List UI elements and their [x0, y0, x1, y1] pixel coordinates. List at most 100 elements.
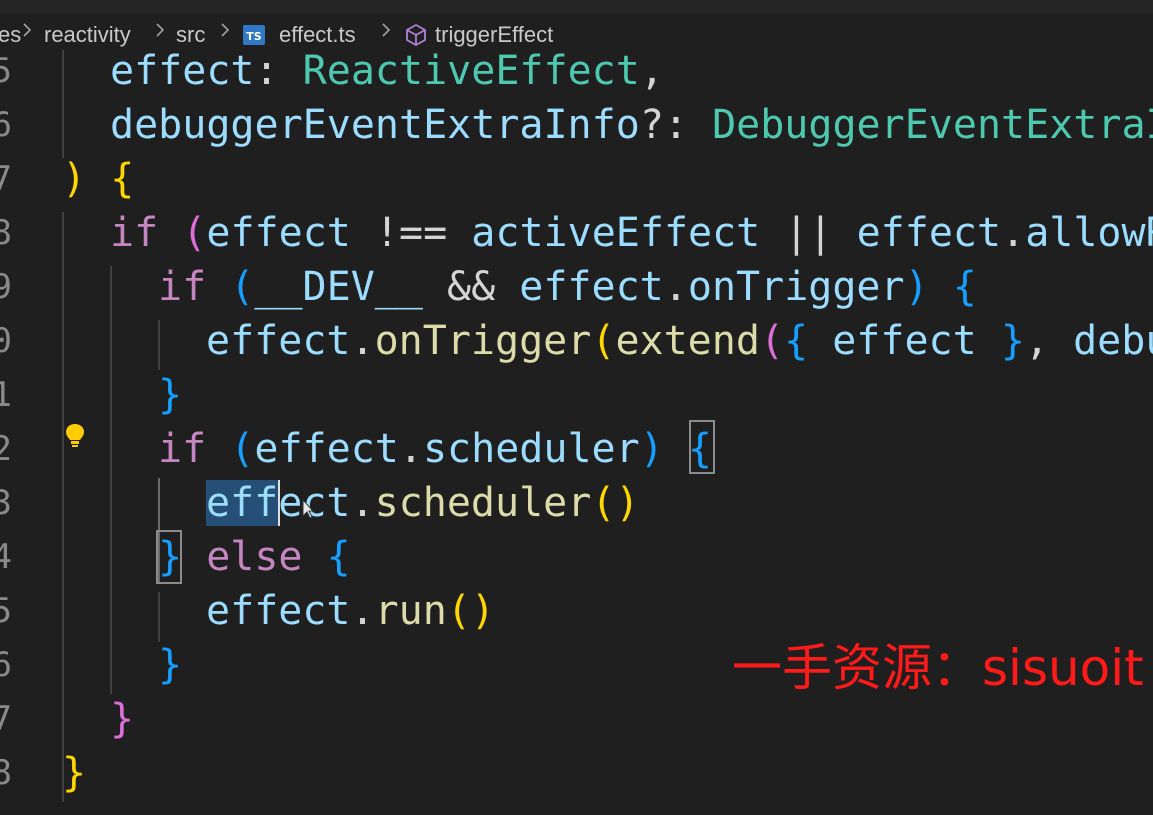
code-text: effect.run() — [206, 584, 495, 638]
code-token: { — [326, 534, 351, 580]
code-token: , — [639, 50, 664, 94]
line-number: 8 — [0, 753, 12, 793]
breadcrumb-item-src[interactable]: src — [176, 22, 205, 48]
code-text: effect: ReactiveEffect, — [110, 50, 664, 98]
line-number: 4 — [0, 537, 12, 577]
code-token: ) — [639, 426, 664, 472]
code-token: allowRecurse — [1025, 210, 1153, 256]
code-editor[interactable]: 5 effect: ReactiveEffect, 6 debuggerEventEx… — [0, 50, 1153, 815]
code-token: && — [422, 264, 520, 310]
code-line[interactable]: 2 if (effect.scheduler) { — [0, 422, 1153, 476]
line-number: 2 — [0, 429, 12, 469]
line-number: 5 — [0, 51, 12, 91]
line-number: 3 — [0, 483, 12, 523]
code-text: } — [110, 692, 134, 746]
code-line[interactable]: 1} — [0, 368, 1153, 422]
breadcrumb-item-packages[interactable]: es — [0, 22, 21, 48]
code-token: activeEffect — [471, 210, 761, 256]
code-line[interactable]: 7 ) { — [0, 152, 1153, 206]
watermark-text: 一手资源：sisuoit — [732, 639, 1144, 697]
code-text: effect.onTrigger(extend({ effect }, debu… — [206, 314, 1153, 368]
code-token: scheduler — [374, 480, 592, 526]
mouse-pointer-icon — [300, 498, 315, 524]
code-line[interactable]: 6 debuggerEventExtraInfo?: DebuggerEventE… — [0, 98, 1153, 152]
code-token: ( — [230, 426, 255, 472]
lightbulb-icon[interactable] — [64, 422, 86, 452]
code-text: } else { — [158, 530, 351, 584]
line-number: 6 — [0, 645, 12, 685]
code-token: scheduler — [422, 426, 640, 472]
code-token: , — [1024, 318, 1074, 364]
line-number: 7 — [0, 159, 12, 199]
code-token: || — [760, 210, 857, 256]
code-token: extend — [615, 318, 760, 364]
chevron-right-icon — [22, 23, 32, 37]
code-token: ( — [182, 210, 207, 256]
code-text: debuggerEventExtraInfo?: DebuggerEventEx… — [110, 98, 1153, 152]
code-token: } — [158, 534, 183, 580]
code-line[interactable]: 9 if (__DEV__ && effect.onTrigger) { — [0, 260, 1153, 314]
code-token: : — [254, 50, 303, 94]
code-token: DebuggerEventExtraInfo — [712, 102, 1153, 148]
code-token: else — [206, 534, 303, 580]
line-number: 9 — [0, 267, 12, 307]
code-token: . — [1001, 210, 1026, 256]
code-token: . — [398, 426, 423, 472]
code-token: . — [350, 588, 375, 634]
code-text: if (effect.scheduler) { — [158, 422, 712, 476]
code-token: } — [1000, 318, 1025, 364]
code-token: debuggerEventExtraInfo — [1073, 318, 1153, 364]
code-text: } — [158, 368, 182, 422]
code-token: } — [158, 372, 183, 418]
code-line[interactable]: 8} — [0, 746, 1153, 800]
code-token: . — [350, 318, 375, 364]
breadcrumb-item-reactivity[interactable]: reactivity — [44, 22, 131, 48]
chevron-right-icon — [155, 23, 165, 37]
code-line[interactable]: 4} else { — [0, 530, 1153, 584]
breadcrumb-item-symbol[interactable]: triggerEffect — [435, 22, 553, 48]
line-number: 6 — [0, 105, 12, 145]
code-line[interactable]: 3 effect.scheduler() — [0, 476, 1153, 530]
code-text: if (__DEV__ && effect.onTrigger) { — [158, 260, 977, 314]
code-token: effect — [832, 318, 977, 364]
code-token: effect — [110, 50, 255, 94]
code-token: if — [158, 264, 207, 310]
code-token: ReactiveEffect — [302, 50, 640, 94]
method-cube-icon — [404, 23, 428, 53]
code-token: effect — [519, 264, 664, 310]
breadcrumb-item-file[interactable]: effect.ts — [279, 22, 356, 48]
code-token: } — [158, 642, 183, 688]
breadcrumb: es reactivity src TS effect.ts triggerEf… — [0, 0, 1153, 56]
typescript-file-icon: TS — [243, 25, 265, 45]
tab-bar-edge — [0, 0, 1153, 14]
code-line[interactable]: 7} — [0, 692, 1153, 746]
code-token: onTrigger — [374, 318, 592, 364]
code-token: __DEV__ — [254, 264, 423, 310]
code-token: { — [110, 156, 135, 202]
code-token: { — [687, 426, 712, 472]
code-text: } — [62, 746, 86, 800]
code-token: { — [784, 318, 809, 364]
code-token: run — [374, 588, 447, 634]
code-token: if — [110, 210, 159, 256]
code-line[interactable]: 5 effect: ReactiveEffect, — [0, 50, 1153, 98]
code-line[interactable]: 0 effect.onTrigger(extend({ effect }, deb… — [0, 314, 1153, 368]
code-token: effect — [206, 318, 351, 364]
code-token: ( — [591, 318, 616, 364]
code-token: . — [663, 264, 688, 310]
code-token: onTrigger — [687, 264, 905, 310]
code-token: effect — [206, 210, 351, 256]
code-text: effect.scheduler() — [206, 476, 640, 530]
code-text: ) { — [62, 152, 134, 206]
code-token: () — [591, 480, 640, 526]
code-token: !== — [350, 210, 472, 256]
code-line[interactable]: 8 if (effect !== activeEffect || effect.a… — [0, 206, 1153, 260]
code-text: } — [158, 638, 182, 692]
